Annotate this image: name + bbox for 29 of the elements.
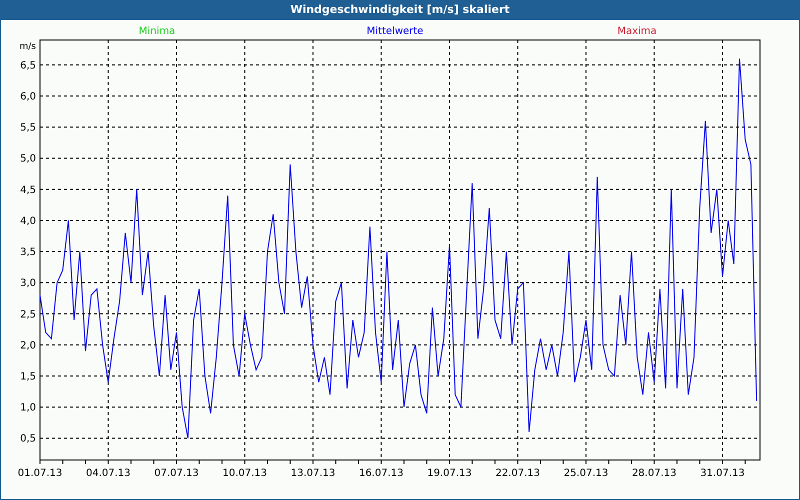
y-tick-label: 6,0 — [20, 92, 36, 102]
window-title: Windgeschwindigkeit [m/s] skaliert — [290, 2, 510, 18]
x-tick-label: 07.07.13 — [154, 468, 199, 479]
x-tick-label: 25.07.13 — [564, 468, 608, 479]
x-tick-label: 19.07.13 — [427, 468, 472, 479]
x-tick-label: 31.07.13 — [700, 468, 745, 479]
x-tick-label: 28.07.13 — [632, 468, 676, 479]
y-tick-label: 5,0 — [20, 154, 36, 165]
x-tick-label: 16.07.13 — [358, 468, 404, 479]
y-tick-label: 0,5 — [20, 434, 36, 445]
y-tick-label: 3,5 — [20, 247, 36, 258]
legend-label: Minima — [138, 26, 176, 37]
y-axis-unit: m/s — [20, 42, 36, 52]
y-tick-label: 5,5 — [20, 122, 36, 134]
y-tick-label: 1,0 — [20, 402, 36, 414]
y-tick-label: 2,5 — [20, 309, 36, 320]
x-tick-label: 22.07.13 — [495, 468, 540, 479]
legend-label: Mittelwerte — [366, 26, 424, 37]
y-tick-label: 2,0 — [20, 340, 36, 352]
x-tick-label: 04.07.13 — [86, 468, 130, 479]
x-tick-label: 01.07.13 — [18, 468, 62, 479]
y-tick-label: 4,5 — [20, 184, 36, 196]
x-tick-label: 13.07.13 — [290, 468, 336, 479]
legend-label: Maxima — [617, 26, 657, 37]
y-tick-label: 1,5 — [20, 372, 36, 382]
y-tick-label: 3,0 — [20, 278, 36, 290]
y-tick-label: 4,0 — [20, 216, 36, 227]
x-tick-label: 10.07.13 — [222, 468, 267, 479]
y-tick-label: 6,5 — [20, 60, 36, 72]
